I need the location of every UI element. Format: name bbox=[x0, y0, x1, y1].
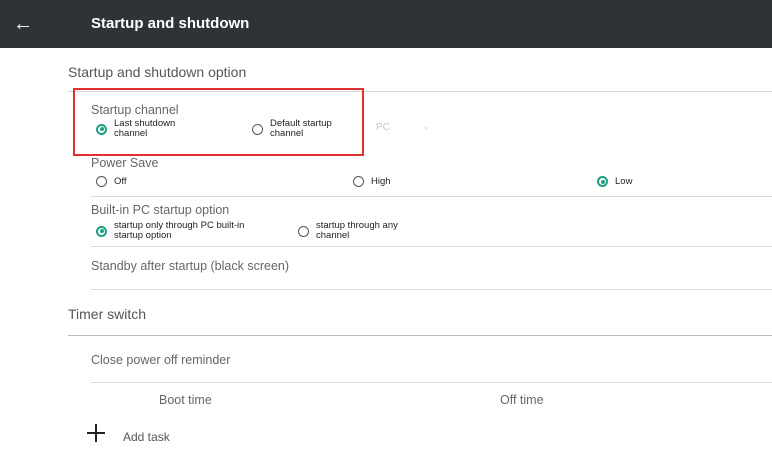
page-title: Startup and shutdown bbox=[91, 15, 250, 32]
radio-label: startup only through PC built-in startup… bbox=[114, 220, 245, 241]
chevron-down-icon: ⌄ bbox=[423, 122, 430, 131]
divider bbox=[91, 382, 772, 383]
radio-power-save-off[interactable]: Off bbox=[96, 176, 127, 187]
radio-checked-icon bbox=[96, 225, 107, 237]
add-task-button[interactable]: Add task bbox=[123, 430, 170, 444]
divider bbox=[91, 246, 772, 247]
divider bbox=[91, 289, 772, 290]
standby-after-startup-item[interactable]: Standby after startup (black screen) bbox=[91, 259, 289, 273]
radio-startup-any-channel[interactable]: startup through any channel bbox=[298, 221, 398, 241]
radio-checked-icon bbox=[597, 176, 608, 187]
radio-unchecked-icon bbox=[353, 176, 364, 187]
radio-power-save-low[interactable]: Low bbox=[597, 176, 632, 187]
radio-label: startup through any channel bbox=[316, 220, 398, 241]
back-button[interactable]: ← bbox=[10, 11, 36, 37]
radio-startup-pc-builtin[interactable]: startup only through PC built-in startup… bbox=[96, 221, 244, 241]
highlight-box bbox=[73, 88, 364, 156]
radio-label: Off bbox=[114, 175, 127, 187]
column-header-boot-time: Boot time bbox=[159, 393, 212, 407]
divider bbox=[91, 196, 772, 197]
app-bar: ← Startup and shutdown bbox=[0, 0, 772, 48]
pc-startup-title: Built-in PC startup option bbox=[91, 203, 230, 217]
default-channel-select: PC bbox=[376, 122, 390, 133]
power-save-title: Power Save bbox=[91, 156, 159, 170]
plus-icon[interactable] bbox=[86, 423, 106, 443]
radio-label: High bbox=[371, 175, 391, 187]
radio-power-save-high[interactable]: High bbox=[353, 176, 391, 187]
section-title-timer: Timer switch bbox=[68, 306, 147, 322]
radio-unchecked-icon bbox=[298, 225, 309, 237]
close-power-off-reminder-item[interactable]: Close power off reminder bbox=[91, 353, 230, 367]
radio-label: Low bbox=[615, 175, 633, 187]
radio-unchecked-icon bbox=[96, 176, 107, 187]
column-header-off-time: Off time bbox=[500, 393, 544, 407]
divider bbox=[68, 335, 772, 336]
section-title-startup: Startup and shutdown option bbox=[68, 64, 247, 80]
arrow-left-icon: ← bbox=[13, 13, 33, 35]
